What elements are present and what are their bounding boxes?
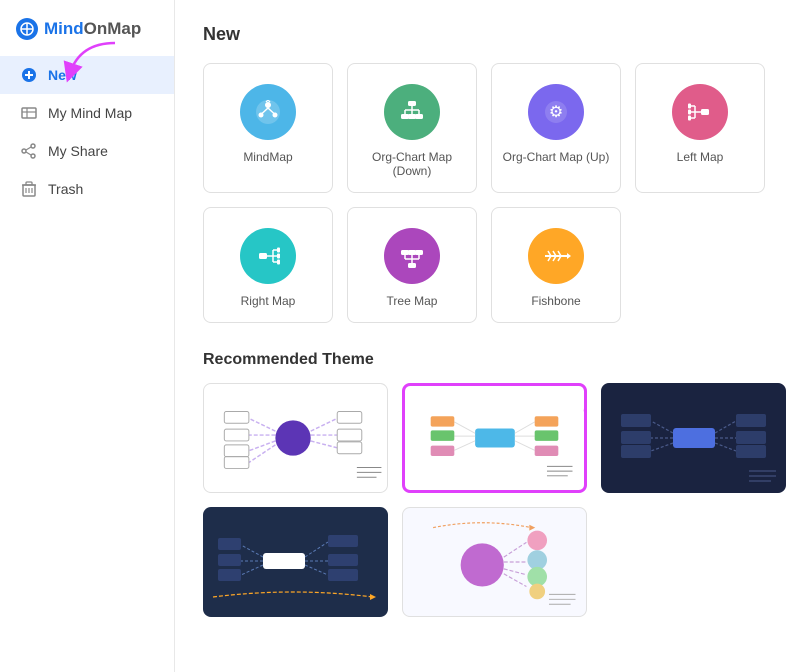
svg-text:⚙: ⚙ (549, 104, 563, 121)
theme-light-svg (403, 508, 586, 616)
map-card-mindmap[interactable]: MindMap (203, 63, 333, 193)
theme-card-dark2[interactable] (203, 507, 388, 617)
org-up-icon: ⚙ (541, 97, 571, 127)
theme-grid (203, 383, 772, 617)
sidebar-item-my-mind-map-label: My Mind Map (48, 105, 132, 121)
new-section-title: New (203, 24, 772, 45)
sidebar-item-trash[interactable]: Trash (0, 170, 174, 208)
org-down-icon (397, 97, 427, 127)
sidebar: MindOnMap New My Mind Map My Share (0, 0, 175, 672)
org-down-icon-circle (384, 84, 440, 140)
theme-classic-svg (204, 384, 387, 492)
tree-map-label: Tree Map (387, 294, 438, 308)
mind-map-icon (20, 104, 38, 122)
tree-map-icon (397, 241, 427, 271)
org-up-icon-circle: ⚙ (528, 84, 584, 140)
main-content: New MindMap (175, 0, 800, 672)
mindmap-label: MindMap (243, 150, 292, 164)
map-type-grid: MindMap Org-Chart Map (Down) (203, 63, 772, 323)
theme-card-classic[interactable] (203, 383, 388, 493)
fishbone-icon (541, 241, 571, 271)
sidebar-item-my-mind-map[interactable]: My Mind Map (0, 94, 174, 132)
mindmap-icon-circle (240, 84, 296, 140)
theme-colorful-svg (405, 386, 584, 490)
org-down-label: Org-Chart Map (Down) (358, 150, 466, 178)
theme-card-colorful[interactable] (402, 383, 587, 493)
theme-dark2-svg (203, 507, 388, 617)
left-map-icon-circle (672, 84, 728, 140)
sidebar-item-new-label: New (48, 67, 77, 83)
logo-icon (16, 18, 38, 40)
map-card-fishbone[interactable]: Fishbone (491, 207, 621, 323)
sidebar-item-trash-label: Trash (48, 181, 83, 197)
fishbone-label: Fishbone (531, 294, 580, 308)
trash-icon (20, 180, 38, 198)
theme-card-dark[interactable] (601, 383, 786, 493)
org-up-label: Org-Chart Map (Up) (503, 150, 610, 164)
right-map-icon (253, 241, 283, 271)
sidebar-item-my-share[interactable]: My Share (0, 132, 174, 170)
theme-card-light[interactable] (402, 507, 587, 617)
map-card-org-up[interactable]: ⚙ Org-Chart Map (Up) (491, 63, 621, 193)
right-map-label: Right Map (241, 294, 296, 308)
left-map-label: Left Map (677, 150, 724, 164)
logo-area: MindOnMap (0, 10, 174, 56)
sidebar-item-my-share-label: My Share (48, 143, 108, 159)
sidebar-item-new[interactable]: New (0, 56, 174, 94)
share-icon (20, 142, 38, 160)
mindmap-icon (253, 97, 283, 127)
right-map-icon-circle (240, 228, 296, 284)
logo-text: MindOnMap (44, 19, 141, 39)
tree-map-icon-circle (384, 228, 440, 284)
map-card-left-map[interactable]: Left Map (635, 63, 765, 193)
new-icon (20, 66, 38, 84)
theme-dark-svg (601, 383, 786, 493)
map-card-tree-map[interactable]: Tree Map (347, 207, 477, 323)
map-card-org-down[interactable]: Org-Chart Map (Down) (347, 63, 477, 193)
left-map-icon (685, 97, 715, 127)
recommended-theme-title: Recommended Theme (203, 351, 772, 369)
fishbone-icon-circle (528, 228, 584, 284)
map-card-right-map[interactable]: Right Map (203, 207, 333, 323)
